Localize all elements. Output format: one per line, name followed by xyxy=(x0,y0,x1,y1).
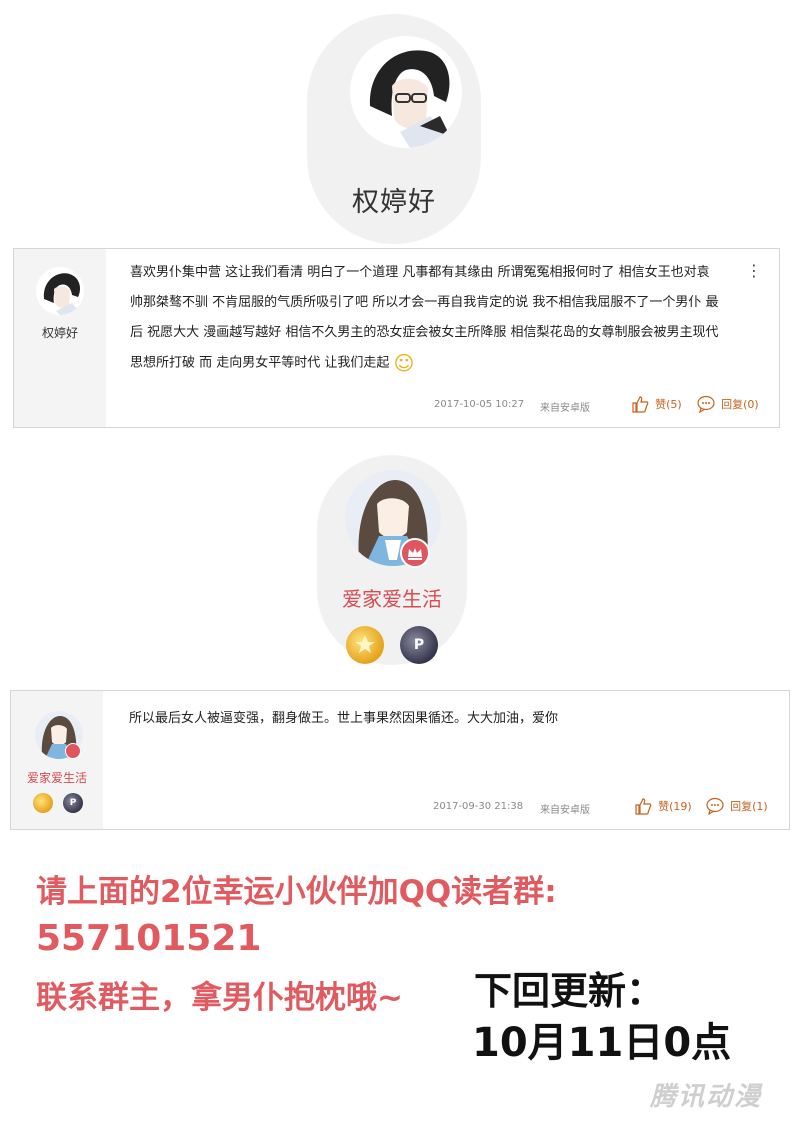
reply-button[interactable]: 回复(0) xyxy=(696,393,759,414)
comment-line-text: 思想所打破 而 走向男女平等时代 让我们走起 xyxy=(130,355,390,371)
crown-badge-icon xyxy=(65,743,81,759)
comment-line: 喜欢男仆集中营 这让我们看清 明白了一个道理 凡事都有其缘由 所谓冤冤相报何时了… xyxy=(130,265,710,280)
more-menu-icon[interactable]: ⋮ xyxy=(746,263,762,279)
qq-group-number: 557101521 xyxy=(36,918,262,959)
crown-badge-icon xyxy=(400,538,430,568)
comment-source: 来自安卓版 xyxy=(540,805,590,816)
speech-bubble-icon xyxy=(706,797,724,815)
profile-name[interactable]: 权婷好 xyxy=(307,180,481,219)
like-count: 赞(5) xyxy=(655,398,682,411)
comment-body: 喜欢男仆集中营 这让我们看清 明白了一个道理 凡事都有其缘由 所谓冤冤相报何时了… xyxy=(130,258,750,379)
next-update-date: 10月11日0点 xyxy=(472,1020,732,1066)
p-medal-icon: P xyxy=(400,626,438,664)
comment-author-name[interactable]: 爱家爱生活 xyxy=(11,769,103,786)
watermark-logo: 腾讯动漫 xyxy=(650,1082,763,1112)
gold-medal-icon xyxy=(33,793,53,813)
reply-count: 回复(0) xyxy=(721,398,759,411)
comment-card: 爱家爱生活 P 所以最后女人被逼变强，翻身做王。世上事果然因果循还。大大加油，爱… xyxy=(10,690,790,830)
next-update-label: 下回更新： xyxy=(474,969,665,1013)
comment-timestamp: 2017-09-30 21:38 xyxy=(433,801,524,812)
comment-line: 后 祝愿大大 漫画越写越好 相信不久男主的恐女症会被女主所降服 相信梨花岛的女尊… xyxy=(130,325,719,340)
promo-line: 请上面的2位幸运小伙伴加QQ读者群: xyxy=(36,874,557,910)
reply-button[interactable]: 回复(1) xyxy=(705,795,768,816)
comment-author-name[interactable]: 权婷好 xyxy=(14,324,106,341)
thumbs-up-icon xyxy=(632,395,649,413)
profile-name[interactable]: 爱家爱生活 xyxy=(317,583,467,612)
gold-medal-icon xyxy=(346,626,384,664)
like-button[interactable]: 赞(19) xyxy=(633,795,692,816)
avatar-illustration xyxy=(43,273,82,315)
comment-body: 所以最后女人被逼变强，翻身做王。世上事果然因果循还。大大加油，爱你 xyxy=(129,711,559,726)
smile-emoji-icon: ☺ xyxy=(393,351,415,375)
comment-line: 帅那桀骜不驯 不肯屈服的气质所吸引了吧 所以才会一再自我肯定的说 我不相信我屈服… xyxy=(130,295,719,310)
promo-line: 联系群主，拿男仆抱枕哦~ xyxy=(36,980,403,1016)
comment-line: 思想所打破 而 走向男女平等时代 让我们走起 ☺ xyxy=(130,348,750,379)
avatar[interactable] xyxy=(36,267,84,315)
comment-source: 来自安卓版 xyxy=(540,403,590,414)
thumbs-up-icon xyxy=(635,797,652,815)
comment-card: 权婷好 喜欢男仆集中营 这让我们看清 明白了一个道理 凡事都有其缘由 所谓冤冤相… xyxy=(13,248,780,428)
reply-count: 回复(1) xyxy=(730,800,768,813)
like-button[interactable]: 赞(5) xyxy=(630,393,682,414)
like-count: 赞(19) xyxy=(658,800,692,813)
speech-bubble-icon xyxy=(697,395,715,413)
p-medal-icon: P xyxy=(63,793,83,813)
avatar[interactable] xyxy=(350,36,462,148)
comment-timestamp: 2017-10-05 10:27 xyxy=(434,399,525,410)
avatar-illustration xyxy=(369,50,454,148)
